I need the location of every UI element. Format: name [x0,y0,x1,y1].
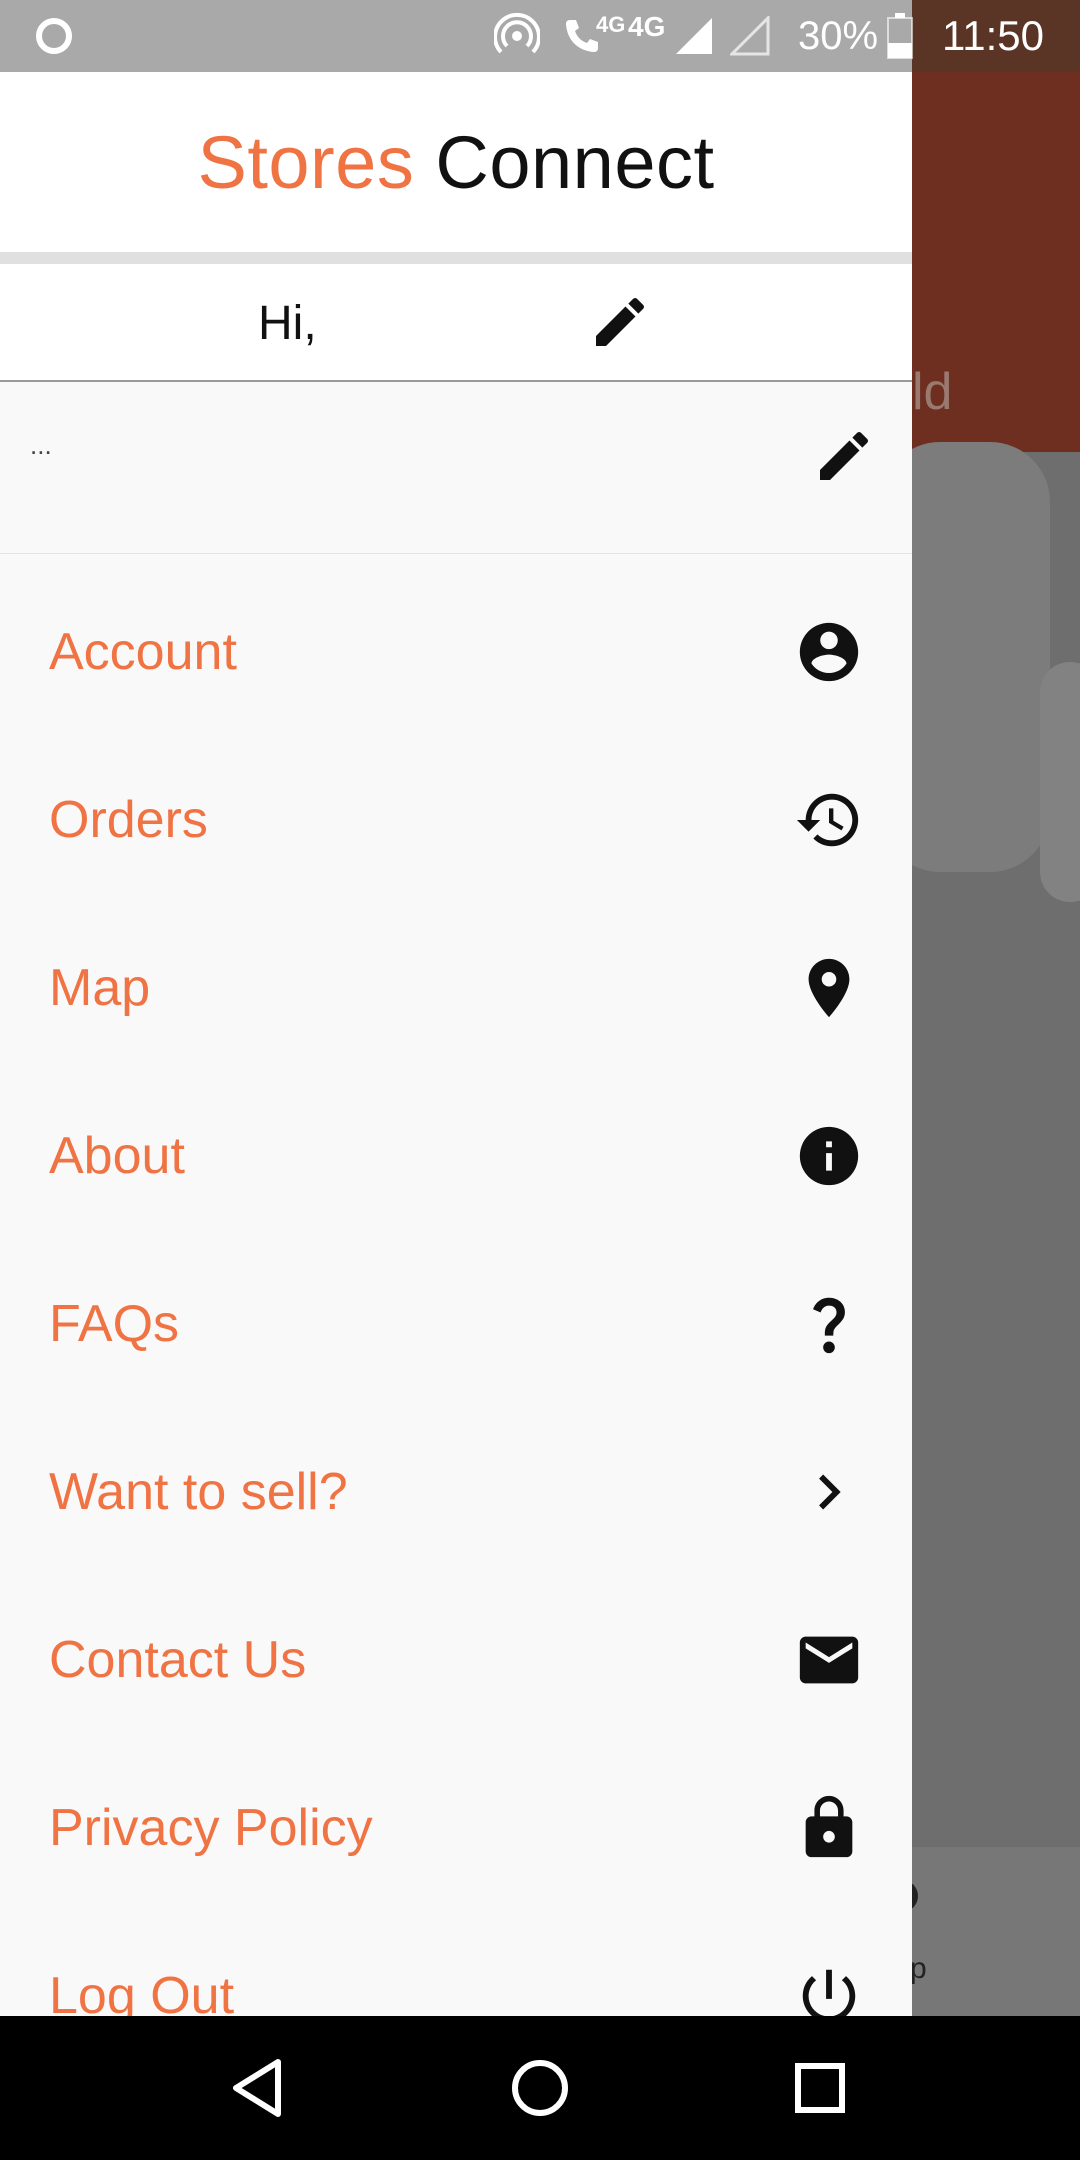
recents-button[interactable] [770,2038,870,2138]
hotspot-icon [494,0,540,72]
chevron-right-icon [794,1457,864,1527]
menu-item-label: Log Out [49,1967,235,2016]
signal-empty-icon [730,0,770,72]
home-button[interactable] [490,2038,590,2138]
edit-name-icon[interactable] [588,290,652,354]
header-divider [0,252,912,264]
drawer-header: Stores Connect [0,72,912,252]
menu-item-label: Account [49,623,237,681]
menu-item-faqs[interactable]: FAQs [0,1240,912,1408]
brand-accent-text: Stores [197,120,415,204]
address-row: ... [0,384,912,554]
menu-item-label: Contact Us [49,1631,307,1689]
lock-icon [794,1793,864,1863]
system-navigation-bar [0,2016,1080,2160]
menu-item-label: Want to sell? [49,1463,348,1521]
brand-rest-text: Connect [435,120,715,204]
question-mark-icon [794,1289,864,1359]
power-icon [794,1961,864,2016]
home-circle-icon [512,2060,568,2116]
info-icon [794,1121,864,1191]
menu-item-privacy-policy[interactable]: Privacy Policy [0,1744,912,1912]
notification-icon [34,0,74,72]
clock: 11:50 [942,12,1044,59]
volte-label: 4G [596,12,626,37]
back-triangle-icon [233,2059,281,2117]
greeting-row: Hi, [0,264,912,382]
menu-item-label: About [49,1127,185,1185]
greeting-text: Hi, [258,297,317,350]
drawer-menu: Account Orders Map About FAQs Want to se… [0,568,912,2016]
back-button[interactable] [210,2038,310,2138]
volte-call-icon: 4G [562,0,625,72]
account-circle-icon [794,617,864,687]
navigation-drawer: Stores Connect Hi, ... Account Orders Ma… [0,72,912,2016]
mail-icon [794,1625,864,1695]
menu-item-label: Orders [49,791,208,849]
menu-item-about[interactable]: About [0,1072,912,1240]
menu-item-label: Map [49,959,151,1017]
menu-item-contact-us[interactable]: Contact Us [0,1576,912,1744]
menu-item-account[interactable]: Account [0,568,912,736]
menu-item-orders[interactable]: Orders [0,736,912,904]
recents-square-icon [795,2063,845,2113]
background-card-edge [1040,662,1080,902]
background-bottom-fragment: p [910,1952,927,1985]
background-title-fragment: ld [912,363,953,421]
signal-full-icon [674,0,714,72]
menu-item-label: FAQs [49,1295,180,1353]
menu-item-log-out[interactable]: Log Out [0,1912,912,2016]
location-pin-icon [794,953,864,1023]
status-bar: 4G 4G 30% 11:50 [0,0,1080,72]
battery-charging-icon [886,0,914,72]
battery-percent: 30% [798,13,879,58]
menu-item-want-to-sell[interactable]: Want to sell? [0,1408,912,1576]
brand-logo: Stores Connect [197,120,714,205]
network-label: 4G [628,11,666,42]
menu-item-map[interactable]: Map [0,904,912,1072]
history-icon [794,785,864,855]
menu-item-label: Privacy Policy [49,1799,373,1857]
edit-address-icon[interactable] [812,424,876,488]
address-text: ... [30,430,52,460]
